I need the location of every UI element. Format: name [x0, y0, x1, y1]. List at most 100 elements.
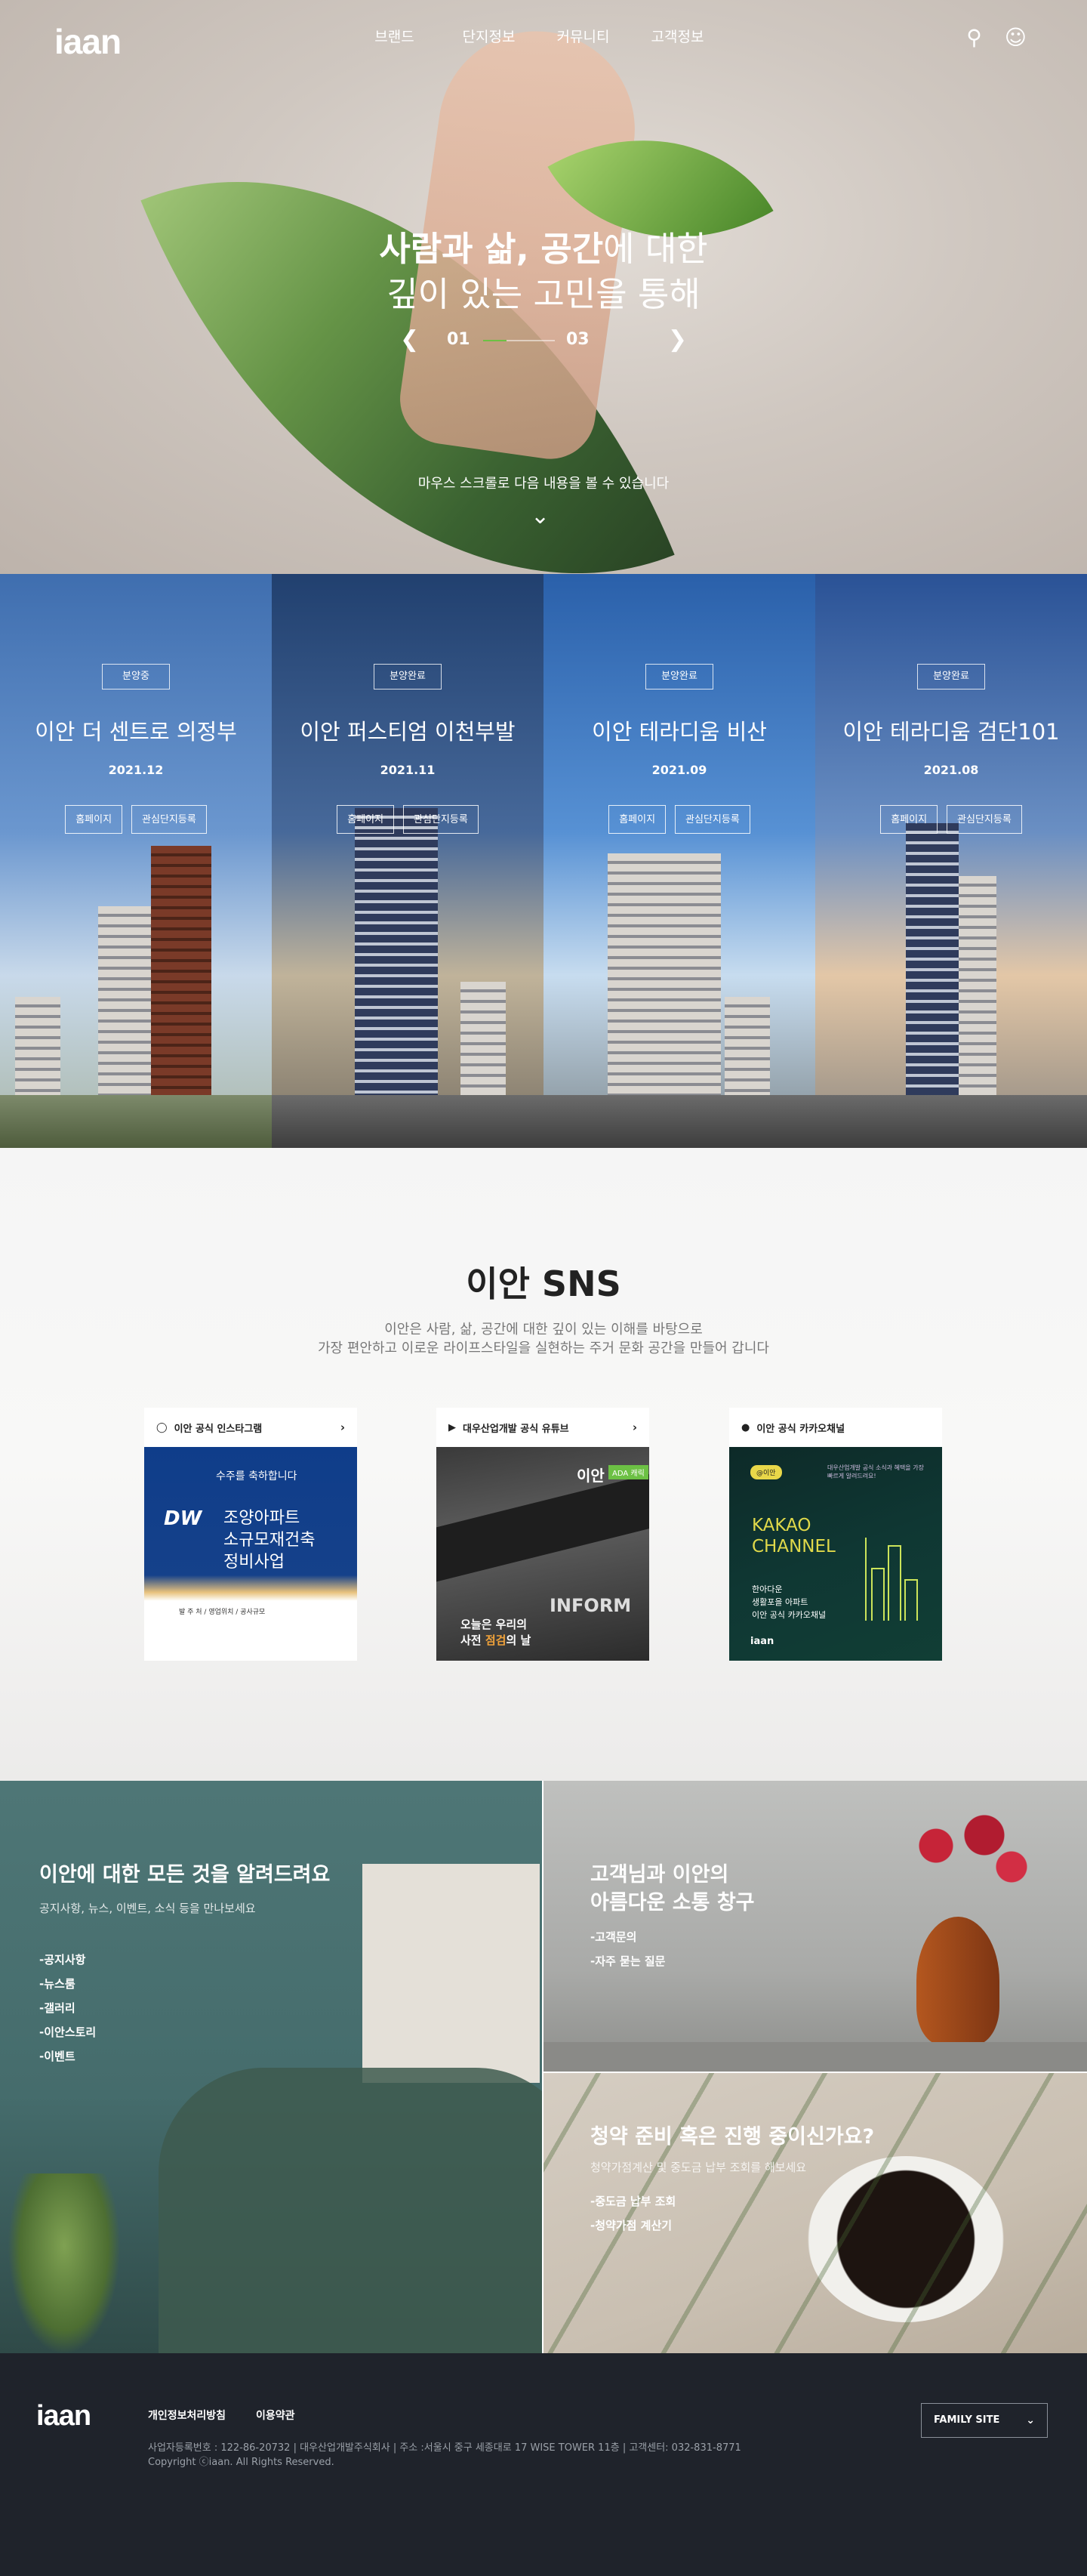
iaan-brand-text: 이안: [577, 1467, 605, 1485]
register-interest-button[interactable]: 관심단지등록: [403, 805, 479, 834]
register-interest-button[interactable]: 관심단지등록: [675, 805, 750, 834]
status-badge: 분양완료: [917, 664, 985, 690]
chevron-down-icon[interactable]: ⌄: [531, 503, 550, 529]
support-tile: 고객님과 이안의 아름다운 소통 창구 -고객문의 -자주 묻는 질문: [544, 1781, 1087, 2072]
hero-headline: 사람과 삶, 공간에 대한 깊이 있는 고민을 통해: [0, 227, 1087, 317]
chevron-down-icon: ⌄: [1026, 2414, 1035, 2426]
shelf-image: [544, 2042, 1087, 2072]
complex-panel[interactable]: 분양완료 이안 퍼스티엄 이천부발 2021.11 홈페이지 관심단지등록: [272, 574, 544, 1148]
building-image: [725, 997, 770, 1103]
caption-part: 의 날: [506, 1634, 531, 1647]
sns-desc-line2: 가장 편안하고 이로운 라이프스타일을 실현하는 주거 문화 공간을 만들어 갑…: [318, 1340, 769, 1356]
youtube-card[interactable]: ▶ 대우산업개발 공식 유튜브 › 이안 ADA 캐릭 INFORM 오늘은 우…: [436, 1408, 649, 1661]
chevron-right-icon[interactable]: ›: [340, 1421, 345, 1434]
footer-logo[interactable]: iaan: [36, 2400, 91, 2433]
sns-section: 이안 SNS 이안은 사람, 삶, 공간에 대한 깊이 있는 이해를 바탕으로 …: [0, 1148, 1087, 1781]
terms-link[interactable]: 이용약관: [256, 2408, 295, 2423]
link-notice[interactable]: -공지사항: [39, 1948, 96, 1972]
caption-highlight: 점검: [485, 1634, 507, 1647]
hero-line1-rest: 에 대한: [603, 229, 708, 269]
link-faq[interactable]: -자주 묻는 질문: [590, 1949, 665, 1973]
complex-panel[interactable]: 분양완료 이안 테라디움 비산 2021.09 홈페이지 관심단지등록: [544, 574, 815, 1148]
slide-progress-bar: [483, 340, 555, 341]
subscription-subtitle: 청약가점계산 및 중도금 납부 조회를 해보세요: [590, 2161, 807, 2174]
privacy-policy-link[interactable]: 개인정보처리방침: [148, 2408, 226, 2423]
dw-logo: DW: [164, 1507, 202, 1530]
complex-date: 2021.09: [651, 763, 707, 777]
register-interest-button[interactable]: 관심단지등록: [131, 805, 207, 834]
link-gallery[interactable]: -갤러리: [39, 1996, 96, 2020]
link-newsroom[interactable]: -뉴스룸: [39, 1972, 96, 1996]
nav-community[interactable]: 커뮤니티: [536, 26, 630, 46]
family-site-select[interactable]: FAMILY SITE ⌄: [921, 2403, 1048, 2438]
user-icon[interactable]: ☺: [1005, 27, 1027, 48]
kakao-id-pill: @이안: [750, 1465, 782, 1479]
thumbnail-tag: ADA 캐릭: [608, 1465, 648, 1479]
ground-image: [544, 1095, 815, 1148]
news-title: 이안에 대한 모든 것을 알려드려요: [39, 1863, 331, 1886]
subscription-title: 청약 준비 혹은 진행 중이신가요?: [590, 2125, 875, 2149]
status-badge: 분양중: [102, 664, 170, 690]
slide-total: 03: [566, 330, 590, 349]
link-iaan-story[interactable]: -이안스토리: [39, 2020, 96, 2044]
instagram-icon: ◯: [156, 1421, 168, 1433]
post-line: 조양아파트: [223, 1509, 300, 1528]
kakao-labels: 한아다운 생활포을 아파트 이안 공식 카카오채널: [752, 1583, 826, 1621]
search-icon[interactable]: ⚲: [966, 27, 982, 48]
building-image: [151, 846, 211, 1103]
instagram-post-image: 수주를 축하합니다 DW 조양아파트 소규모재건축 정비사업 발 주 처 / 영…: [144, 1447, 357, 1661]
family-site-label: FAMILY SITE: [934, 2414, 1000, 2426]
link-inquiry[interactable]: -고객문의: [590, 1925, 665, 1949]
subscription-links: -중도금 납부 조회 -청약가점 계산기: [590, 2189, 676, 2238]
kakao-card[interactable]: ● 이안 공식 카카오채널 @이안 대우산업개발 공식 소식과 혜택을 가장 빠…: [729, 1408, 942, 1661]
kakao-channel-image: @이안 대우산업개발 공식 소식과 혜택을 가장 빠르게 알려드려요! KAKA…: [729, 1447, 942, 1661]
status-badge: 분양완료: [645, 664, 713, 690]
site-logo[interactable]: iaan: [54, 21, 122, 62]
copyright: Copyright ⓒiaan. All Rights Reserved.: [148, 2457, 334, 2468]
building-image: [355, 808, 438, 1103]
news-links: -공지사항 -뉴스룸 -갤러리 -이안스토리 -이벤트: [39, 1948, 96, 2069]
inform-sign: INFORM: [550, 1595, 632, 1616]
chevron-left-icon[interactable]: ❮: [400, 327, 419, 353]
news-tile: 이안에 대한 모든 것을 알려드려요 공지사항, 뉴스, 이벤트, 소식 등을 …: [0, 1781, 542, 2353]
footer-links: 개인정보처리방침 이용약관: [148, 2408, 295, 2423]
support-title: 고객님과 이안의 아름다운 소통 창구: [590, 1861, 755, 1917]
link-score-calculator[interactable]: -청약가점 계산기: [590, 2214, 676, 2238]
sns-desc-line1: 이안은 사람, 삶, 공간에 대한 깊이 있는 이해를 바탕으로: [384, 1322, 703, 1337]
vase-image: [916, 1917, 999, 2045]
site-footer: iaan 개인정보처리방침 이용약관 사업자등록번호 : 122-86-2073…: [0, 2353, 1087, 2576]
complex-name: 이안 테라디움 비산: [592, 719, 767, 745]
support-links: -고객문의 -자주 묻는 질문: [590, 1925, 665, 1973]
chevron-right-icon[interactable]: ›: [633, 1421, 637, 1434]
building-image: [906, 823, 959, 1103]
building-image: [959, 876, 996, 1103]
register-interest-button[interactable]: 관심단지등록: [947, 805, 1022, 834]
homepage-button[interactable]: 홈페이지: [337, 805, 395, 834]
support-title-line: 아름다운 소통 창구: [590, 1891, 755, 1914]
complex-panel[interactable]: 분양중 이안 더 센트로 의정부 2021.12 홈페이지 관심단지등록: [0, 574, 272, 1148]
homepage-button[interactable]: 홈페이지: [65, 805, 123, 834]
card-title: 대우산업개발 공식 유튜브: [463, 1423, 569, 1435]
plant-image: [8, 2173, 121, 2353]
homepage-button[interactable]: 홈페이지: [608, 805, 667, 834]
link-interim-payment[interactable]: -중도금 납부 조회: [590, 2189, 676, 2214]
chevron-right-icon[interactable]: ❯: [668, 327, 687, 353]
post-line: 소규모재건축: [223, 1531, 316, 1550]
site-header: iaan 브랜드 단지정보 커뮤니티 고객정보 ⚲ ☺: [0, 0, 1087, 76]
sns-description: 이안은 사람, 삶, 공간에 대한 깊이 있는 이해를 바탕으로 가장 편안하고…: [0, 1320, 1087, 1358]
nav-complex-info[interactable]: 단지정보: [442, 26, 536, 46]
hero-line2: 깊이 있는 고민을 통해: [386, 274, 701, 314]
scroll-hint: 마우스 스크롤로 다음 내용을 볼 수 있습니다: [417, 476, 670, 492]
complex-panel[interactable]: 분양완료 이안 테라디움 검단101 2021.08 홈페이지 관심단지등록: [815, 574, 1087, 1148]
instagram-card[interactable]: ◯ 이안 공식 인스타그램 › 수주를 축하합니다 DW 조양아파트 소규모재건…: [144, 1408, 357, 1661]
link-event[interactable]: -이벤트: [39, 2044, 96, 2069]
nav-customer-info[interactable]: 고객정보: [630, 26, 725, 46]
bridge-image: [436, 1467, 649, 1585]
flower-image: [891, 1803, 1042, 1909]
complex-date: 2021.08: [923, 763, 979, 777]
caption-line: 오늘은 우리의: [460, 1618, 528, 1631]
nav-brand[interactable]: 브랜드: [347, 26, 442, 46]
homepage-button[interactable]: 홈페이지: [880, 805, 938, 834]
ground-image: [815, 1095, 1087, 1148]
building-graphic: [865, 1538, 918, 1621]
